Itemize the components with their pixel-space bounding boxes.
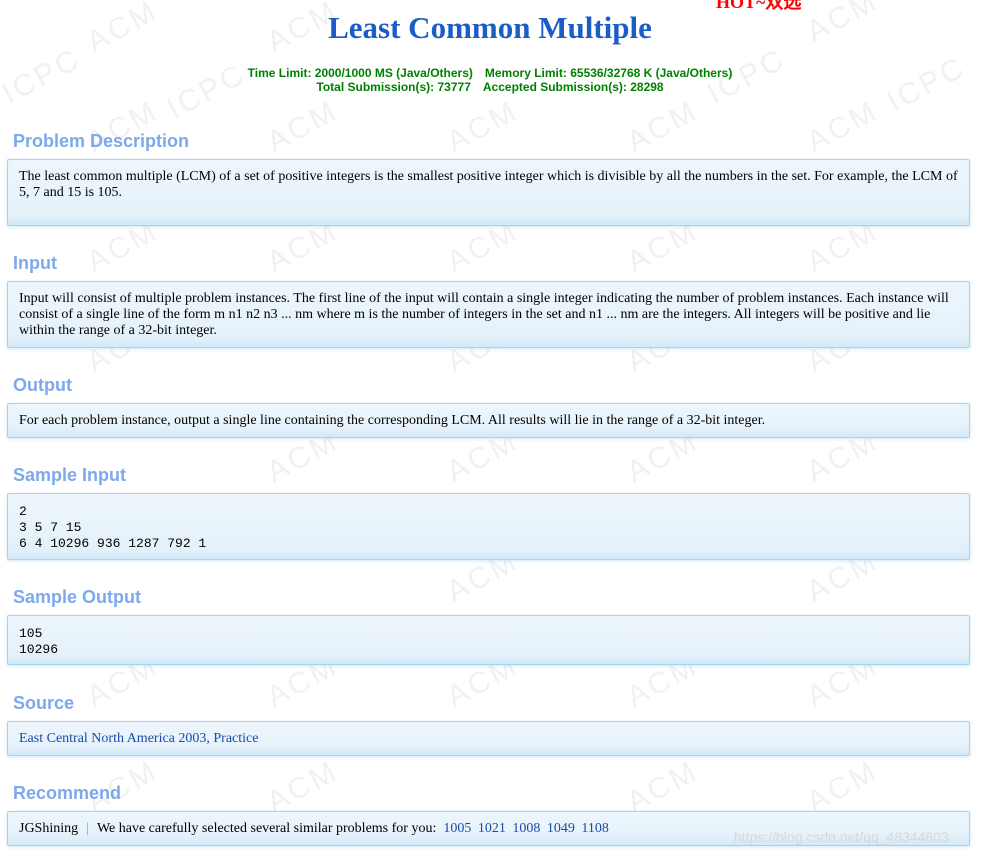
recommend-problem-link[interactable]: 1008 <box>512 821 540 836</box>
page-title: Least Common Multiple <box>328 10 652 45</box>
memory-limit: Memory Limit: 65536/32768 K (Java/Others… <box>484 66 733 80</box>
recommend-problem-link[interactable]: 1108 <box>581 821 608 836</box>
recommend-problem-link[interactable]: 1005 <box>443 821 471 836</box>
csdn-watermark: https://blog.csdn.net/qq_48344603 <box>734 829 949 845</box>
section-title-description: Problem Description <box>13 131 190 151</box>
source-panel: East Central North America 2003, Practic… <box>7 721 970 756</box>
source-link[interactable]: East Central North America 2003, Practic… <box>19 731 258 746</box>
total-submissions: Total Submission(s): 73777 <box>316 80 471 94</box>
section-title-output: Output <box>13 375 72 395</box>
limits-row-1: Time Limit: 2000/1000 MS (Java/Others) Me… <box>0 66 980 80</box>
description-panel: The least common multiple (LCM) of a set… <box>7 159 970 226</box>
recommend-problem-links: 1005 1021 1008 1049 1108 <box>443 821 611 836</box>
accepted-submissions: Accepted Submission(s): 28298 <box>482 80 664 94</box>
section-title-sample-output: Sample Output <box>13 587 142 607</box>
limits-row-2: Total Submission(s): 73777 Accepted Submi… <box>0 80 980 94</box>
recommend-author: JGShining <box>19 821 79 836</box>
time-limit: Time Limit: 2000/1000 MS (Java/Others) <box>247 66 473 80</box>
sample-input-panel[interactable]: 2 3 5 7 15 6 4 10296 936 1287 792 1 <box>7 493 970 560</box>
problem-limits: Time Limit: 2000/1000 MS (Java/Others) Me… <box>0 66 980 94</box>
section-title-sample-input: Sample Input <box>13 465 127 485</box>
input-panel: Input will consist of multiple problem i… <box>7 281 970 348</box>
recommend-separator: | <box>86 821 89 836</box>
recommend-problem-link[interactable]: 1049 <box>547 821 575 836</box>
output-panel: For each problem instance, output a sing… <box>7 403 970 438</box>
section-title-recommend: Recommend <box>13 783 122 803</box>
section-title-input: Input <box>13 253 57 273</box>
section-title-source: Source <box>13 693 75 713</box>
sample-output-panel[interactable]: 105 10296 <box>7 615 970 665</box>
recommend-message: We have carefully selected several simil… <box>96 821 437 836</box>
recommend-problem-link[interactable]: 1021 <box>478 821 506 836</box>
